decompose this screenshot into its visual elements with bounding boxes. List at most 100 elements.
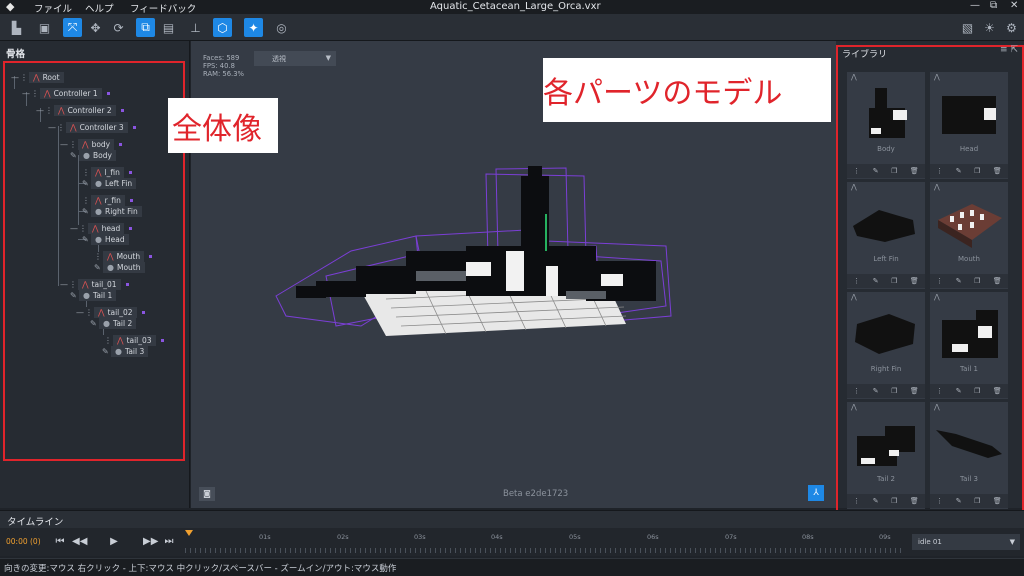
edit-icon[interactable]: ✎: [873, 167, 879, 175]
library-card-right-fin[interactable]: ⋀ Right Fin ⋮ ✎ ❐ 🗑: [847, 292, 925, 399]
duplicate-icon[interactable]: ❐: [974, 277, 980, 285]
duplicate-icon[interactable]: ❐: [891, 387, 897, 395]
skip-start-icon[interactable]: ⏮: [53, 532, 67, 552]
more-icon[interactable]: ⋮: [853, 497, 860, 505]
tree-node-root[interactable]: — ⋮ ⋀ Root: [11, 72, 64, 83]
duplicate-icon[interactable]: ❐: [891, 497, 897, 505]
tree-node-left-fin-mesh[interactable]: ✎ ● Left Fin: [82, 178, 137, 189]
more-icon[interactable]: ⋮: [936, 277, 943, 285]
edit-icon[interactable]: ✎: [956, 277, 962, 285]
tree-node-body-mesh[interactable]: ✎ ● Body: [70, 150, 116, 161]
more-icon[interactable]: ⋮: [853, 387, 860, 395]
duplicate-icon[interactable]: ❐: [891, 167, 897, 175]
library-card-head[interactable]: ⋀ Head ⋮ ✎ ❐ 🗑: [930, 72, 1008, 179]
new-file-icon[interactable]: ▙: [7, 18, 26, 37]
pencil-icon[interactable]: ✎: [82, 207, 89, 216]
delete-icon[interactable]: 🗑: [910, 277, 919, 285]
timeline-ruler[interactable]: 01s 02s 03s 04s 05s 06s 07s 08s 09s: [185, 530, 905, 554]
tree-node-body[interactable]: — ⋮ ⋀ body: [60, 139, 123, 150]
more-icon[interactable]: ⋮: [853, 277, 860, 285]
orca-model[interactable]: [266, 166, 686, 346]
popout-icon[interactable]: ⇱: [1010, 45, 1018, 55]
photo-icon[interactable]: ▧: [958, 18, 977, 37]
tree-node-right-fin-mesh[interactable]: ✎ ● Right Fin: [82, 206, 142, 217]
maximize-button[interactable]: ⧉: [990, 0, 997, 11]
menu-file[interactable]: ファイル: [34, 1, 72, 15]
more-icon[interactable]: ⋮: [936, 497, 943, 505]
delete-icon[interactable]: 🗑: [993, 167, 1002, 175]
more-icon[interactable]: ⋮: [936, 167, 943, 175]
pencil-icon[interactable]: ✎: [70, 151, 77, 160]
save-icon[interactable]: ▣: [35, 18, 54, 37]
view-mode-select[interactable]: 透視 ▼: [254, 51, 336, 66]
sparkle-icon[interactable]: ✦: [244, 18, 263, 37]
tree-node-head-mesh[interactable]: ✎ ● Head: [82, 234, 129, 245]
tree-node-tail-02[interactable]: — ⋮ ⋀ tail_02: [76, 307, 145, 318]
pencil-icon[interactable]: ✎: [82, 179, 89, 188]
hierarchy-icon[interactable]: ⊥: [186, 18, 205, 37]
tree-node-tail-2-mesh[interactable]: ✎ ● Tail 2: [90, 318, 137, 329]
settings-icon[interactable]: ⚙: [1002, 18, 1021, 37]
minimize-button[interactable]: —: [970, 0, 980, 11]
delete-icon[interactable]: 🗑: [910, 167, 919, 175]
animation-select[interactable]: idle 01 ▼: [912, 534, 1020, 550]
edit-icon[interactable]: ✎: [873, 277, 879, 285]
skip-end-icon[interactable]: ⏭: [162, 532, 176, 552]
delete-icon[interactable]: 🗑: [993, 497, 1002, 505]
tree-node-tail-1-mesh[interactable]: ✎ ● Tail 1: [70, 290, 117, 301]
tree-node-tail-01[interactable]: — ⋮ ⋀ tail_01: [60, 279, 129, 290]
library-card-left-fin[interactable]: ⋀ Left Fin ⋮ ✎ ❐ 🗑: [847, 182, 925, 289]
tree-node-r-fin[interactable]: ⋮ ⋀ r_fin: [82, 195, 133, 206]
close-button[interactable]: ✕: [1010, 0, 1018, 11]
pencil-icon[interactable]: ✎: [90, 319, 97, 328]
playhead-icon[interactable]: [185, 530, 193, 536]
expand-icon[interactable]: ⤧: [63, 18, 82, 37]
step-back-icon[interactable]: ◀◀: [72, 532, 87, 552]
edit-icon[interactable]: ✎: [873, 497, 879, 505]
tree-node-tail-03[interactable]: ⋮ ⋀ tail_03: [104, 335, 164, 346]
move-icon[interactable]: ✥: [86, 18, 105, 37]
pencil-icon[interactable]: ✎: [82, 235, 89, 244]
library-card-tail-2[interactable]: ⋀ Tail 2 ⋮ ✎ ❐ 🗑: [847, 402, 925, 509]
cube-icon[interactable]: ⬡: [213, 18, 232, 37]
duplicate-icon[interactable]: ❐: [974, 387, 980, 395]
duplicate-icon[interactable]: ❐: [974, 497, 980, 505]
library-card-mouth[interactable]: ⋀ Mouth ⋮ ✎ ❐ 🗑: [930, 182, 1008, 289]
rotate-icon[interactable]: ⟳: [109, 18, 128, 37]
library-card-body[interactable]: ⋀ Body ⋮ ✎ ❐ 🗑: [847, 72, 925, 179]
library-card-tail-3[interactable]: ⋀ Tail 3 ⋮ ✎ ❐ 🗑: [930, 402, 1008, 509]
delete-icon[interactable]: 🗑: [993, 277, 1002, 285]
play-icon[interactable]: ▶: [107, 532, 121, 552]
tree-node-mouth[interactable]: ⋮ ⋀ Mouth: [94, 251, 153, 262]
delete-icon[interactable]: 🗑: [993, 387, 1002, 395]
more-icon[interactable]: ⋮: [853, 167, 860, 175]
pencil-icon[interactable]: ✎: [102, 347, 109, 356]
tree-node-controller-1[interactable]: — ⋮ ⋀ Controller 1: [22, 88, 110, 99]
duplicate-icon[interactable]: ❐: [974, 167, 980, 175]
pencil-icon[interactable]: ✎: [94, 263, 101, 272]
tree-node-l-fin[interactable]: ⋮ ⋀ l_fin: [82, 167, 132, 178]
tree-node-controller-2[interactable]: — ⋮ ⋀ Controller 2: [36, 105, 124, 116]
tree-node-head[interactable]: — ⋮ ⋀ head: [70, 223, 133, 234]
bone-add-icon[interactable]: ▤: [159, 18, 178, 37]
tree-node-tail-3-mesh[interactable]: ✎ ● Tail 3: [102, 346, 149, 357]
library-card-tail-1[interactable]: ⋀ Tail 1 ⋮ ✎ ❐ 🗑: [930, 292, 1008, 399]
edit-icon[interactable]: ✎: [956, 497, 962, 505]
delete-icon[interactable]: 🗑: [910, 387, 919, 395]
edit-icon[interactable]: ✎: [956, 387, 962, 395]
tree-node-controller-3[interactable]: — ⋮ ⋀ Controller 3: [48, 122, 136, 133]
light-icon[interactable]: ☀: [980, 18, 999, 37]
menu-feedback[interactable]: フィードバック: [130, 1, 196, 15]
edit-icon[interactable]: ✎: [873, 387, 879, 395]
duplicate-icon[interactable]: ❐: [891, 277, 897, 285]
step-forward-icon[interactable]: ▶▶: [143, 532, 158, 552]
edit-icon[interactable]: ✎: [956, 167, 962, 175]
more-icon[interactable]: ⋮: [936, 387, 943, 395]
tree-node-mouth-mesh[interactable]: ✎ ● Mouth: [94, 262, 145, 273]
target-icon[interactable]: ◎: [272, 18, 291, 37]
axis-gizmo-icon[interactable]: ⅄: [808, 485, 824, 501]
camera-icon[interactable]: ◙: [199, 487, 215, 501]
menu-help[interactable]: ヘルプ: [85, 1, 114, 15]
list-view-icon[interactable]: ≡: [1000, 45, 1008, 55]
bone-attach-icon[interactable]: ⧉: [136, 18, 155, 37]
